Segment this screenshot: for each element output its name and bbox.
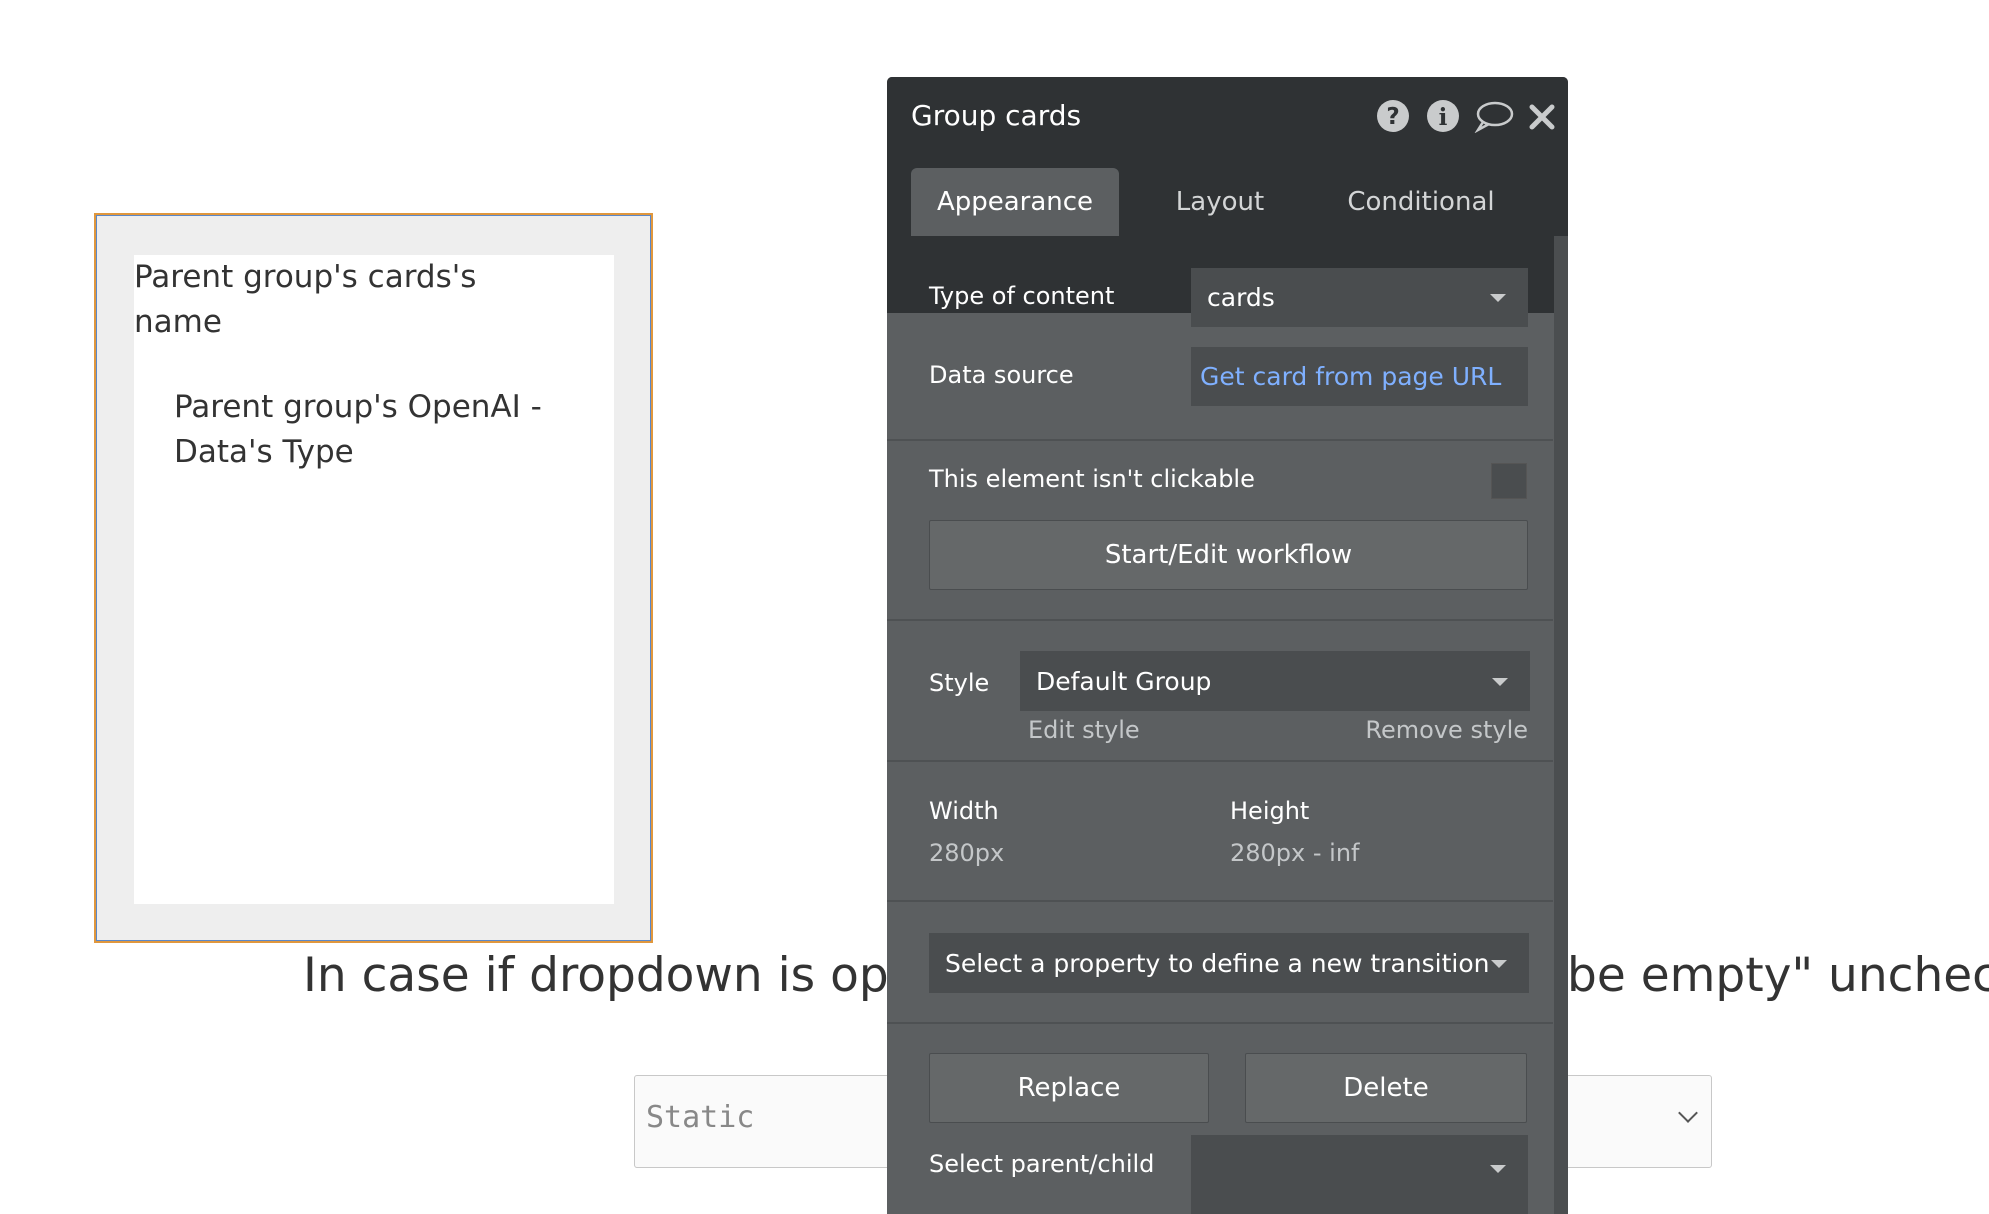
caret-down-icon	[1490, 294, 1506, 302]
caret-down-icon	[1490, 1165, 1506, 1173]
style-value: Default Group	[1036, 667, 1212, 696]
type-of-content-label: Type of content	[929, 282, 1115, 310]
type-of-content-dropdown[interactable]: cards	[1191, 268, 1528, 327]
select-parent-child-dropdown[interactable]	[1191, 1135, 1528, 1214]
width-value[interactable]: 280px	[929, 837, 1004, 869]
canvas-text-right[interactable]: be empty" unchecke	[1567, 946, 1989, 1006]
section-divider	[887, 760, 1553, 762]
comment-icon[interactable]	[1474, 99, 1514, 133]
svg-text:?: ?	[1386, 104, 1399, 130]
canvas-text-left[interactable]: In case if dropdown is opti	[303, 946, 920, 1006]
info-icon[interactable]: i	[1426, 99, 1460, 133]
chevron-down-icon	[1678, 1103, 1698, 1123]
section-divider	[887, 1022, 1553, 1024]
height-value[interactable]: 280px - inf	[1230, 837, 1360, 869]
edit-style-link[interactable]: Edit style	[1028, 714, 1140, 746]
remove-style-link[interactable]: Remove style	[1365, 714, 1528, 746]
data-source-field[interactable]: Get card from page URL	[1191, 347, 1528, 406]
canvas-dropdown-value: Static	[646, 1100, 755, 1135]
tab-appearance[interactable]: Appearance	[911, 168, 1119, 236]
close-icon[interactable]	[1527, 99, 1557, 133]
section-divider	[887, 900, 1553, 902]
caret-down-icon	[1491, 960, 1507, 968]
svg-text:i: i	[1439, 104, 1448, 131]
group-cards-element[interactable]: Parent group's cards's name Parent group…	[94, 213, 653, 943]
section-divider	[887, 619, 1553, 621]
start-edit-workflow-button[interactable]: Start/Edit workflow	[929, 520, 1528, 590]
replace-button[interactable]: Replace	[929, 1053, 1209, 1123]
transition-placeholder: Select a property to define a new transi…	[945, 949, 1490, 978]
card-type-text[interactable]: Parent group's OpenAI - Data's Type	[174, 385, 574, 475]
select-parent-child-label: Select parent/child	[929, 1150, 1155, 1178]
data-source-expression[interactable]: Get card from page URL	[1200, 361, 1501, 393]
delete-button[interactable]: Delete	[1245, 1053, 1527, 1123]
not-clickable-label: This element isn't clickable	[929, 465, 1255, 493]
section-divider	[887, 439, 1553, 441]
style-label: Style	[929, 669, 990, 697]
tab-conditional[interactable]: Conditional	[1317, 168, 1525, 236]
type-of-content-value: cards	[1207, 283, 1275, 312]
card-name-text[interactable]: Parent group's cards's name	[134, 255, 514, 345]
editor-title: Group cards	[911, 99, 1082, 132]
data-source-label: Data source	[929, 361, 1074, 389]
height-label: Height	[1230, 797, 1310, 825]
transition-dropdown[interactable]: Select a property to define a new transi…	[929, 933, 1529, 993]
editor-header: Group cards ? i	[887, 77, 1568, 155]
tab-layout[interactable]: Layout	[1123, 168, 1317, 236]
card-inner-group[interactable]: Parent group's cards's name Parent group…	[134, 255, 614, 904]
property-editor-panel: Group cards ? i Appearance Layout Condit…	[887, 77, 1568, 1214]
not-clickable-checkbox[interactable]	[1491, 463, 1527, 499]
caret-down-icon	[1492, 678, 1508, 686]
style-dropdown[interactable]: Default Group	[1020, 651, 1530, 711]
editor-scrollbar[interactable]	[1554, 236, 1568, 1214]
help-icon[interactable]: ?	[1376, 99, 1410, 133]
width-label: Width	[929, 797, 999, 825]
